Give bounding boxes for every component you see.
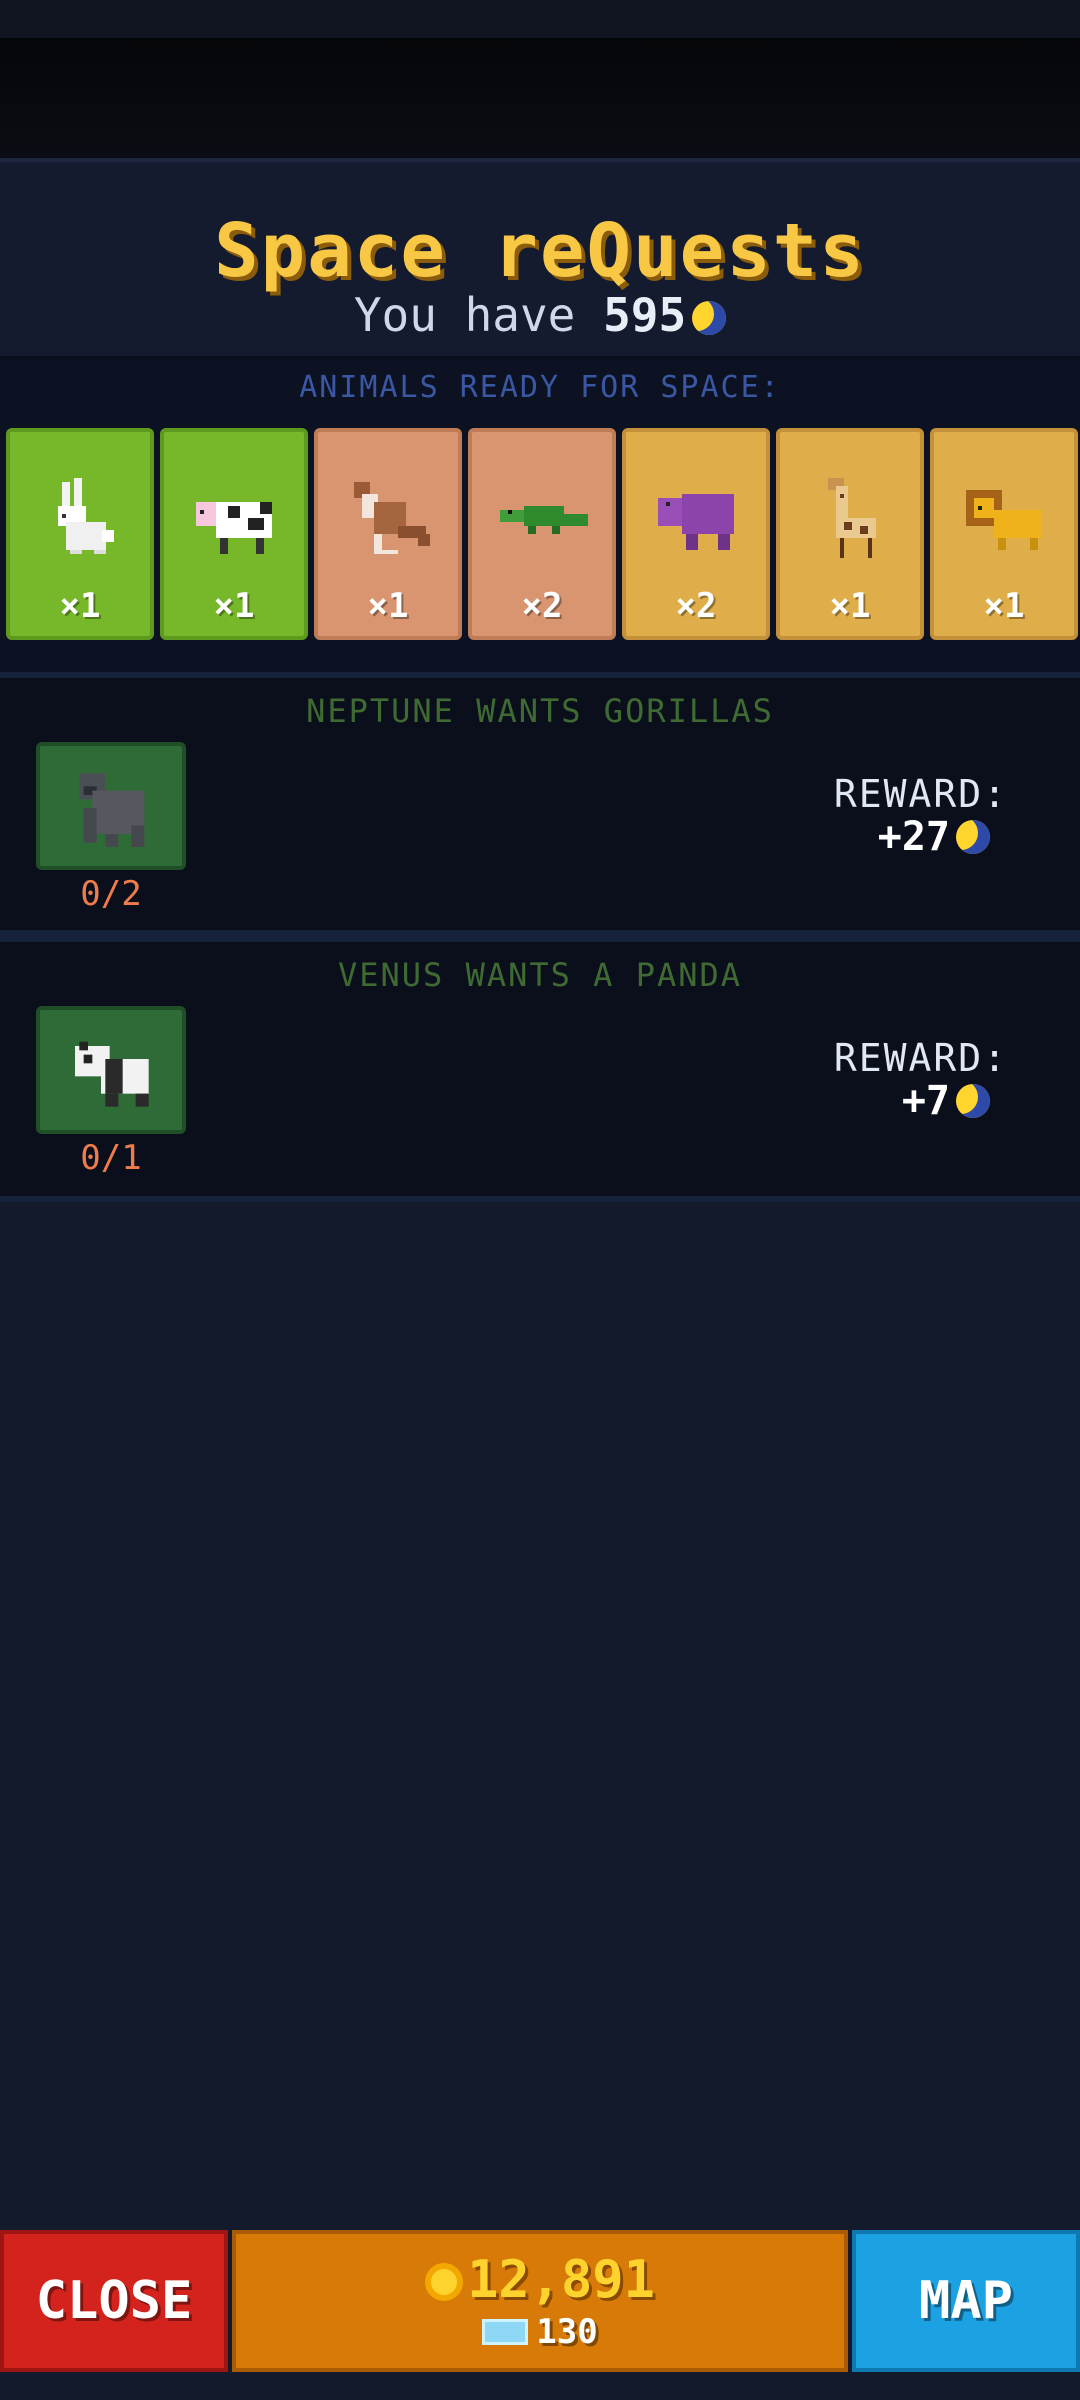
requests-header: Space reQuests You have 595: [0, 158, 1080, 360]
balance-amount: 595: [603, 288, 687, 342]
page-title: Space reQuests: [214, 208, 866, 294]
reward-value: +27: [878, 814, 990, 860]
animal-card-giraffe[interactable]: ×1: [776, 428, 924, 640]
reward-label: REWARD:: [833, 772, 1008, 816]
animal-card-lion[interactable]: ×1: [930, 428, 1078, 640]
currency-display[interactable]: 12,891 130: [232, 2230, 848, 2372]
animal-card-kangaroo[interactable]: ×1: [314, 428, 462, 640]
top-band: [0, 38, 1080, 158]
crocodile-icon: [500, 506, 588, 534]
request-animal-tile: [36, 742, 186, 870]
animal-count: ×1: [213, 586, 255, 626]
ready-animals-carousel[interactable]: ×1 ×1 ×1 ×2 ×2 ×1 ×1: [6, 428, 1080, 640]
request-title: NEPTUNE WANTS GORILLAS: [306, 692, 774, 730]
close-button[interactable]: CLOSE: [0, 2230, 228, 2372]
coin-balance: 12,891: [425, 2250, 655, 2310]
animal-card-crocodile[interactable]: ×2: [468, 428, 616, 640]
balance-line: You have 595: [0, 288, 1080, 342]
gem-icon: [482, 2319, 529, 2345]
ready-animals-label: ANIMALS READY FOR SPACE:: [299, 370, 781, 405]
balance-label: You have: [353, 288, 576, 342]
cow-icon: [196, 502, 272, 554]
space-coin-icon: [692, 301, 727, 335]
hippo-icon: [658, 494, 734, 550]
map-button[interactable]: MAP: [852, 2230, 1080, 2372]
rabbit-icon: [58, 478, 114, 554]
animal-count: ×1: [59, 586, 101, 626]
coin-icon: [425, 2263, 464, 2301]
status-bar: [0, 0, 1080, 38]
giraffe-icon: [828, 478, 876, 558]
animal-card-cow[interactable]: ×1: [160, 428, 308, 640]
request-animal-tile: [36, 1006, 186, 1134]
lion-icon: [966, 490, 1042, 550]
gem-balance: 130: [482, 2312, 598, 2352]
animal-count: ×2: [675, 586, 717, 626]
space-coin-icon: [956, 820, 990, 854]
kangaroo-icon: [354, 482, 430, 554]
reward-value: +7: [902, 1078, 990, 1124]
animal-card-hippo[interactable]: ×2: [622, 428, 770, 640]
animal-card-rabbit[interactable]: ×1: [6, 428, 154, 640]
request-neptune[interactable]: NEPTUNE WANTS GORILLAS 0/2 REWARD: +27: [0, 672, 1080, 936]
request-title: VENUS WANTS A PANDA: [337, 956, 743, 994]
animal-count: ×1: [983, 586, 1025, 626]
animal-count: ×2: [521, 586, 563, 626]
bottom-bar: CLOSE 12,891 130 MAP: [0, 2230, 1080, 2372]
animal-count: ×1: [829, 586, 871, 626]
request-progress: 0/2: [80, 874, 142, 914]
animal-count: ×1: [367, 586, 409, 626]
reward-label: REWARD:: [833, 1036, 1008, 1080]
request-progress: 0/1: [80, 1138, 142, 1178]
gorilla-icon: [79, 773, 145, 847]
ready-animals-panel: ANIMALS READY FOR SPACE: ×1 ×1 ×1 ×2 ×2 …: [0, 360, 1080, 672]
panda-icon: [75, 1041, 149, 1107]
space-coin-icon: [956, 1084, 990, 1118]
request-venus[interactable]: VENUS WANTS A PANDA 0/1 REWARD: +7: [0, 936, 1080, 1202]
